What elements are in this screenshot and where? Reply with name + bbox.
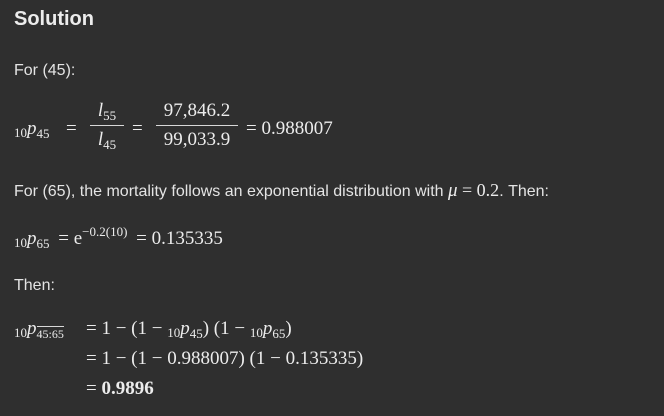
for-65-paragraph: For (65), the mortality follows an expon… xyxy=(14,180,549,202)
eq3-line1-pre1: 10 xyxy=(167,325,181,340)
eq3-line3-eq: = xyxy=(86,378,102,399)
eq3-final-result: 0.9896 xyxy=(101,378,154,399)
eq3-pre: 10 xyxy=(14,325,27,340)
eq3-line-2: = 1 − (1 − 0.988007) (1 − 0.135335) xyxy=(86,348,364,369)
eq3-line1-p2: p xyxy=(262,318,273,339)
eq3-lhs: 10p45:65 xyxy=(14,318,64,341)
eq1-lhs: 10p45 xyxy=(14,118,50,141)
eq3-sub: 45:65 xyxy=(36,326,64,341)
mu-value: = 0.2 xyxy=(457,180,500,200)
eq2-exponent: −0.2(10) xyxy=(82,224,128,239)
eq3-line-3: = 0.9896 xyxy=(86,378,154,400)
section-heading: Solution xyxy=(14,8,94,30)
eq1-eq-sign-2: = xyxy=(132,118,143,139)
eq3-line1-b: ) (1 − xyxy=(202,318,250,339)
eq2-p: p xyxy=(27,228,37,249)
eq1-lhs-sub: 45 xyxy=(36,126,50,141)
eq3-line1-c: ) xyxy=(285,318,292,339)
eq2-sub: 65 xyxy=(36,236,50,251)
para65-text-before: For (65), the mortality follows an expon… xyxy=(14,183,448,200)
eq2-result: = 0.135335 xyxy=(136,228,223,249)
eq1-den-value: 99,033.9 xyxy=(163,129,231,150)
eq3-line1-a: = 1 − (1 − xyxy=(86,318,168,339)
eq1-fraction-bar-1 xyxy=(90,125,124,126)
eq1-result: = 0.988007 xyxy=(246,118,333,139)
eq1-lhs-pre: 10 xyxy=(14,125,27,140)
para65-text-after: . Then: xyxy=(499,183,549,200)
then-label: Then: xyxy=(14,277,55,294)
eq1-eq-sign-1: = xyxy=(66,118,77,139)
eq3-p: p xyxy=(27,318,37,339)
eq1-num-value: 97,846.2 xyxy=(163,100,231,121)
eq1-fraction-bar-2 xyxy=(156,125,238,126)
eq1-den-sub: 45 xyxy=(103,137,117,152)
eq3-line1-sub2: 65 xyxy=(272,326,286,341)
eq1-num-sub: 55 xyxy=(103,108,117,123)
eq3-line1-p1: p xyxy=(180,318,190,339)
eq1-fraction-values: 97,846.2 99,033.9 xyxy=(156,100,238,151)
eq2: 10p65 = e−0.2(10) = 0.135335 xyxy=(14,224,223,251)
eq3-line-1: = 1 − (1 − 10p45) (1 − 10p65) xyxy=(86,318,292,341)
eq1-lhs-p: p xyxy=(27,118,37,139)
eq2-pre: 10 xyxy=(14,235,27,250)
eq1-fraction-l: l55 l45 xyxy=(90,100,124,152)
mu-symbol: μ xyxy=(447,180,458,201)
for-45-label: For (45): xyxy=(14,62,76,79)
eq3-line1-sub1: 45 xyxy=(189,326,203,341)
eq3-line1-pre2: 10 xyxy=(249,325,263,340)
eq2-rhs-base: = e xyxy=(58,228,83,249)
